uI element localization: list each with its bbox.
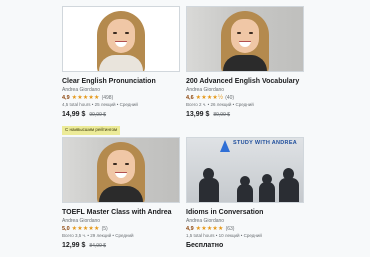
shirt xyxy=(223,55,267,71)
original-price: 99,99 $ xyxy=(89,112,107,118)
course-meta: Всего 3,5 ч. • 29 лекций • Средний xyxy=(62,233,134,238)
course-author: Andrea Giordano xyxy=(62,87,101,93)
rating-value: 4,9 xyxy=(186,225,194,232)
eye xyxy=(249,32,253,34)
rating-value: 5,0 xyxy=(62,225,70,232)
original-price: 89,99 $ xyxy=(213,112,231,118)
instructor-portrait xyxy=(217,9,273,71)
eye xyxy=(113,32,117,34)
eye xyxy=(125,163,129,165)
course-thumbnail[interactable] xyxy=(62,6,180,72)
rating-row: 4,6 ★★★★½ (40) xyxy=(186,94,304,101)
face xyxy=(107,150,135,184)
eye xyxy=(237,32,241,34)
course-thumbnail[interactable] xyxy=(186,6,304,72)
star-rating-icon: ★★★★½ xyxy=(195,94,224,101)
shirt xyxy=(99,55,143,71)
course-title[interactable]: 200 Advanced English Vocabulary xyxy=(186,77,304,86)
course-title[interactable]: Idioms in Conversation xyxy=(186,208,304,217)
course-thumbnail[interactable]: STUDY WITH ANDREA xyxy=(186,137,304,203)
price-row: 14,99 $ 99,99 $ xyxy=(62,111,180,118)
silhouette-head xyxy=(262,174,272,184)
course-author: Andrea Giordano xyxy=(186,218,225,224)
rating-row: 5,0 ★★★★★ (5) xyxy=(62,225,180,232)
review-count: (40) xyxy=(225,94,235,101)
course-thumbnail[interactable] xyxy=(62,137,180,203)
price-row: 12,99 $ 84,99 $ xyxy=(62,242,180,249)
course-card[interactable]: STUDY WITH ANDREA Idioms in Conversation… xyxy=(186,137,304,249)
instructor-portrait xyxy=(93,9,149,71)
face xyxy=(107,19,135,53)
current-price: 14,99 $ xyxy=(62,111,86,118)
smile xyxy=(115,172,127,178)
course-card[interactable]: TOEFL Master Class with Andrea Andrea Gi… xyxy=(62,137,180,249)
eye xyxy=(113,163,117,165)
silhouette-head xyxy=(203,168,214,180)
top-rated-badge: С наивысшим рейтингом xyxy=(62,125,121,135)
rating-value: 4,9 xyxy=(62,94,70,101)
course-meta: 1,5 total hours • 10 лекций • Средний xyxy=(186,233,262,238)
star-rating-icon: ★★★★★ xyxy=(71,94,100,101)
course-card[interactable]: Clear English Pronunciation Andrea Giord… xyxy=(62,6,180,136)
silhouette-person xyxy=(237,184,253,202)
silhouette-head xyxy=(283,168,294,180)
star-rating-icon: ★★★★★ xyxy=(71,225,100,232)
course-author: Andrea Giordano xyxy=(62,218,101,224)
smile xyxy=(115,41,127,47)
instructor-portrait xyxy=(93,140,149,202)
smile xyxy=(239,41,251,47)
silhouette-person xyxy=(199,178,219,202)
course-meta: 4,5 total hours • 25 лекций • Средний xyxy=(62,102,138,107)
review-count: (5) xyxy=(101,225,108,232)
rating-row: 4,9 ★★★★★ (498) xyxy=(62,94,180,101)
current-price: Бесплатно xyxy=(186,242,224,249)
review-count: (498) xyxy=(101,94,114,101)
shirt xyxy=(99,186,143,202)
face xyxy=(231,19,259,53)
course-author: Andrea Giordano xyxy=(186,87,225,93)
price-row: 13,99 $ 89,99 $ xyxy=(186,111,304,118)
star-rating-icon: ★★★★★ xyxy=(195,225,224,232)
course-meta: Всего 2 ч. • 26 лекций • Средний xyxy=(186,102,254,107)
silhouette-person xyxy=(259,182,275,202)
silhouette-person xyxy=(279,178,299,202)
eye xyxy=(125,32,129,34)
course-card[interactable]: 200 Advanced English Vocabulary Andrea G… xyxy=(186,6,304,118)
silhouette-head xyxy=(240,176,250,186)
current-price: 12,99 $ xyxy=(62,242,86,249)
current-price: 13,99 $ xyxy=(186,111,210,118)
course-title[interactable]: TOEFL Master Class with Andrea xyxy=(62,208,180,217)
review-count: (63) xyxy=(225,225,235,232)
rating-value: 4,6 xyxy=(186,94,194,101)
thumbnail-logo-text: STUDY WITH ANDREA xyxy=(233,140,298,146)
rating-row: 4,9 ★★★★★ (63) xyxy=(186,225,304,232)
course-title[interactable]: Clear English Pronunciation xyxy=(62,77,180,86)
price-row: Бесплатно xyxy=(186,242,304,249)
original-price: 84,99 $ xyxy=(89,243,107,249)
